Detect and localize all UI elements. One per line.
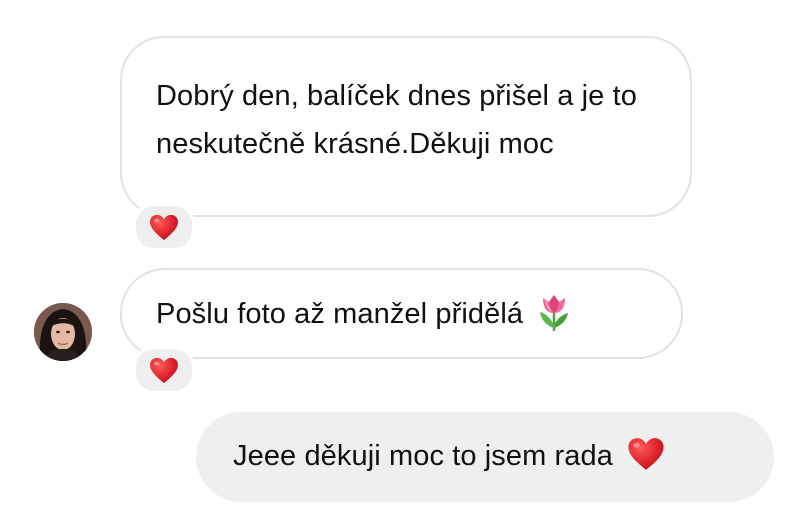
reaction-badge[interactable] — [133, 203, 195, 251]
reaction-badge[interactable] — [133, 346, 195, 394]
message-bubble-outgoing[interactable]: Jeee děkuji moc to jsem rada — [196, 412, 774, 502]
avatar[interactable] — [34, 303, 92, 361]
profile-photo — [34, 303, 92, 361]
message-bubble-incoming[interactable]: Pošlu foto až manžel přidělá — [120, 268, 683, 359]
message-text: Pošlu foto až manžel přidělá — [156, 298, 524, 330]
message-text: Dobrý den, balíček dnes přišel a je to n… — [156, 80, 637, 160]
heart-icon — [150, 214, 178, 240]
tulip-icon — [540, 295, 569, 332]
heart-icon — [628, 438, 664, 471]
message-text: Jeee děkuji moc to jsem rada — [233, 440, 613, 472]
message-bubble-incoming[interactable]: Dobrý den, balíček dnes přišel a je to n… — [120, 36, 692, 217]
heart-icon — [150, 357, 178, 383]
